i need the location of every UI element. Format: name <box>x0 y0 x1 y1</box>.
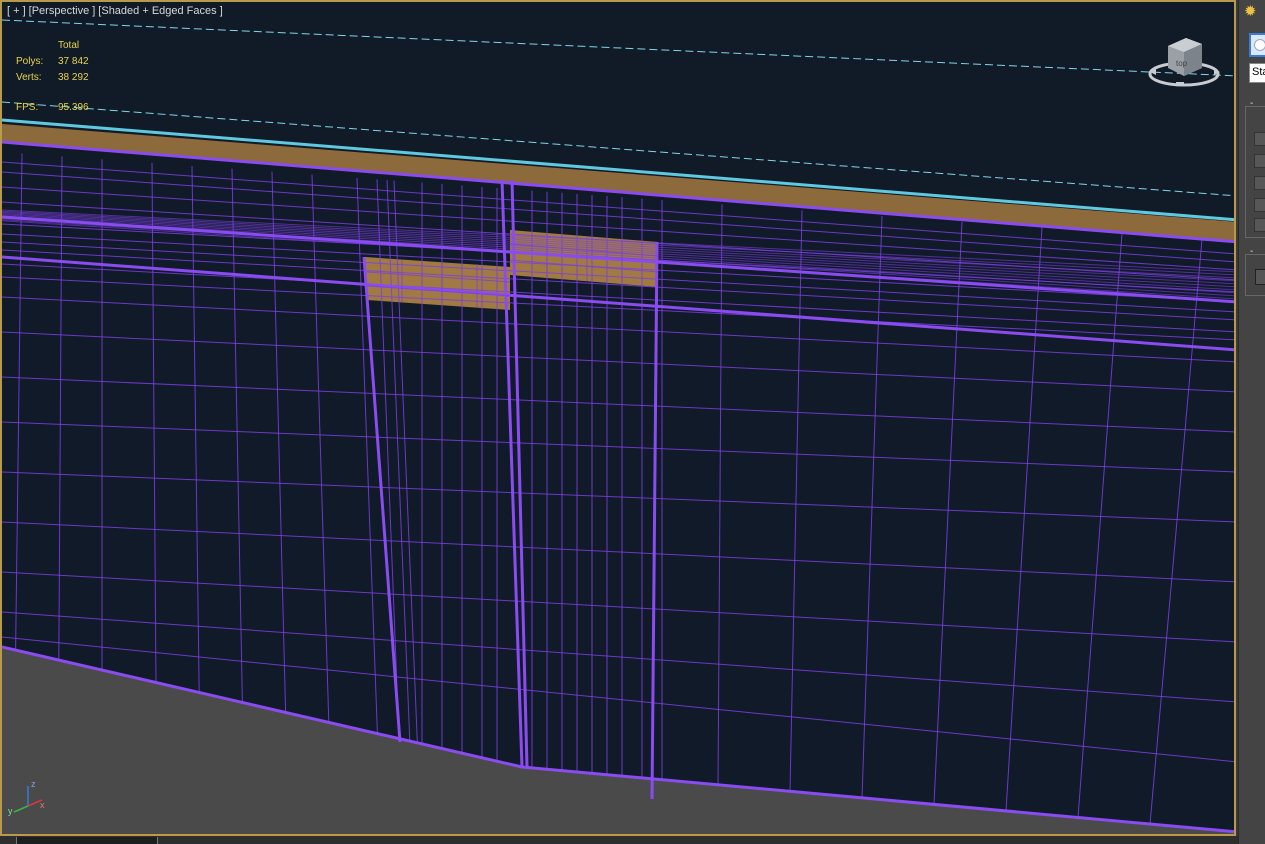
stats-fps-value: 95.396 <box>58 102 89 113</box>
axis-x-label: x <box>40 800 45 810</box>
viewport-menu-plus[interactable]: [ + ] <box>7 5 26 17</box>
rollout-row[interactable] <box>1254 218 1265 232</box>
stats-polys-label: Polys: <box>16 56 44 67</box>
stats-fps-label: FPS: <box>16 102 39 113</box>
stats-polys-value: 37 842 <box>58 56 89 67</box>
stats-polys-row: Polys: 37 842 <box>16 54 89 70</box>
viewport-scene <box>2 19 1234 834</box>
sun-icon[interactable]: ✹ <box>1244 4 1257 20</box>
rollout-row[interactable] <box>1254 132 1265 146</box>
time-slider-thumb[interactable] <box>16 837 158 844</box>
viewport-label-bar: [ + ] [Perspective ] [Shaded + Edged Faces… <box>7 5 226 17</box>
time-slider-bar[interactable] <box>0 836 1238 844</box>
panel-checkbox[interactable] <box>1255 269 1265 285</box>
perspective-viewport[interactable]: [ + ] [Perspective ] [Shaded + Edged Faces… <box>0 0 1236 836</box>
panel-dropdown[interactable]: Sta <box>1249 63 1265 83</box>
command-panel: ✹ Sta - - <box>1238 0 1265 844</box>
rollout-row[interactable] <box>1254 198 1265 212</box>
rollout-row[interactable] <box>1254 154 1265 168</box>
stats-verts-row: Verts: 38 292 <box>16 70 89 86</box>
axis-z-label: z <box>31 779 36 789</box>
material-sphere-button[interactable] <box>1249 33 1265 57</box>
viewcube-face-label: top <box>1176 59 1188 68</box>
viewport-shading-label[interactable]: [Shaded + Edged Faces ] <box>98 5 222 17</box>
rollout-row[interactable] <box>1254 176 1265 190</box>
stats-verts-value: 38 292 <box>58 72 89 83</box>
viewport-point-of-view-label[interactable]: [Perspective ] <box>29 5 96 17</box>
axis-tripod-icon: z x y <box>6 778 48 823</box>
axis-y-label: y <box>8 806 13 816</box>
stats-total-header: Total <box>58 40 80 51</box>
stats-verts-label: Verts: <box>16 72 42 83</box>
viewcube-icon[interactable]: top <box>1146 36 1226 101</box>
stats-fps-row: FPS: 95.396 <box>16 100 89 116</box>
